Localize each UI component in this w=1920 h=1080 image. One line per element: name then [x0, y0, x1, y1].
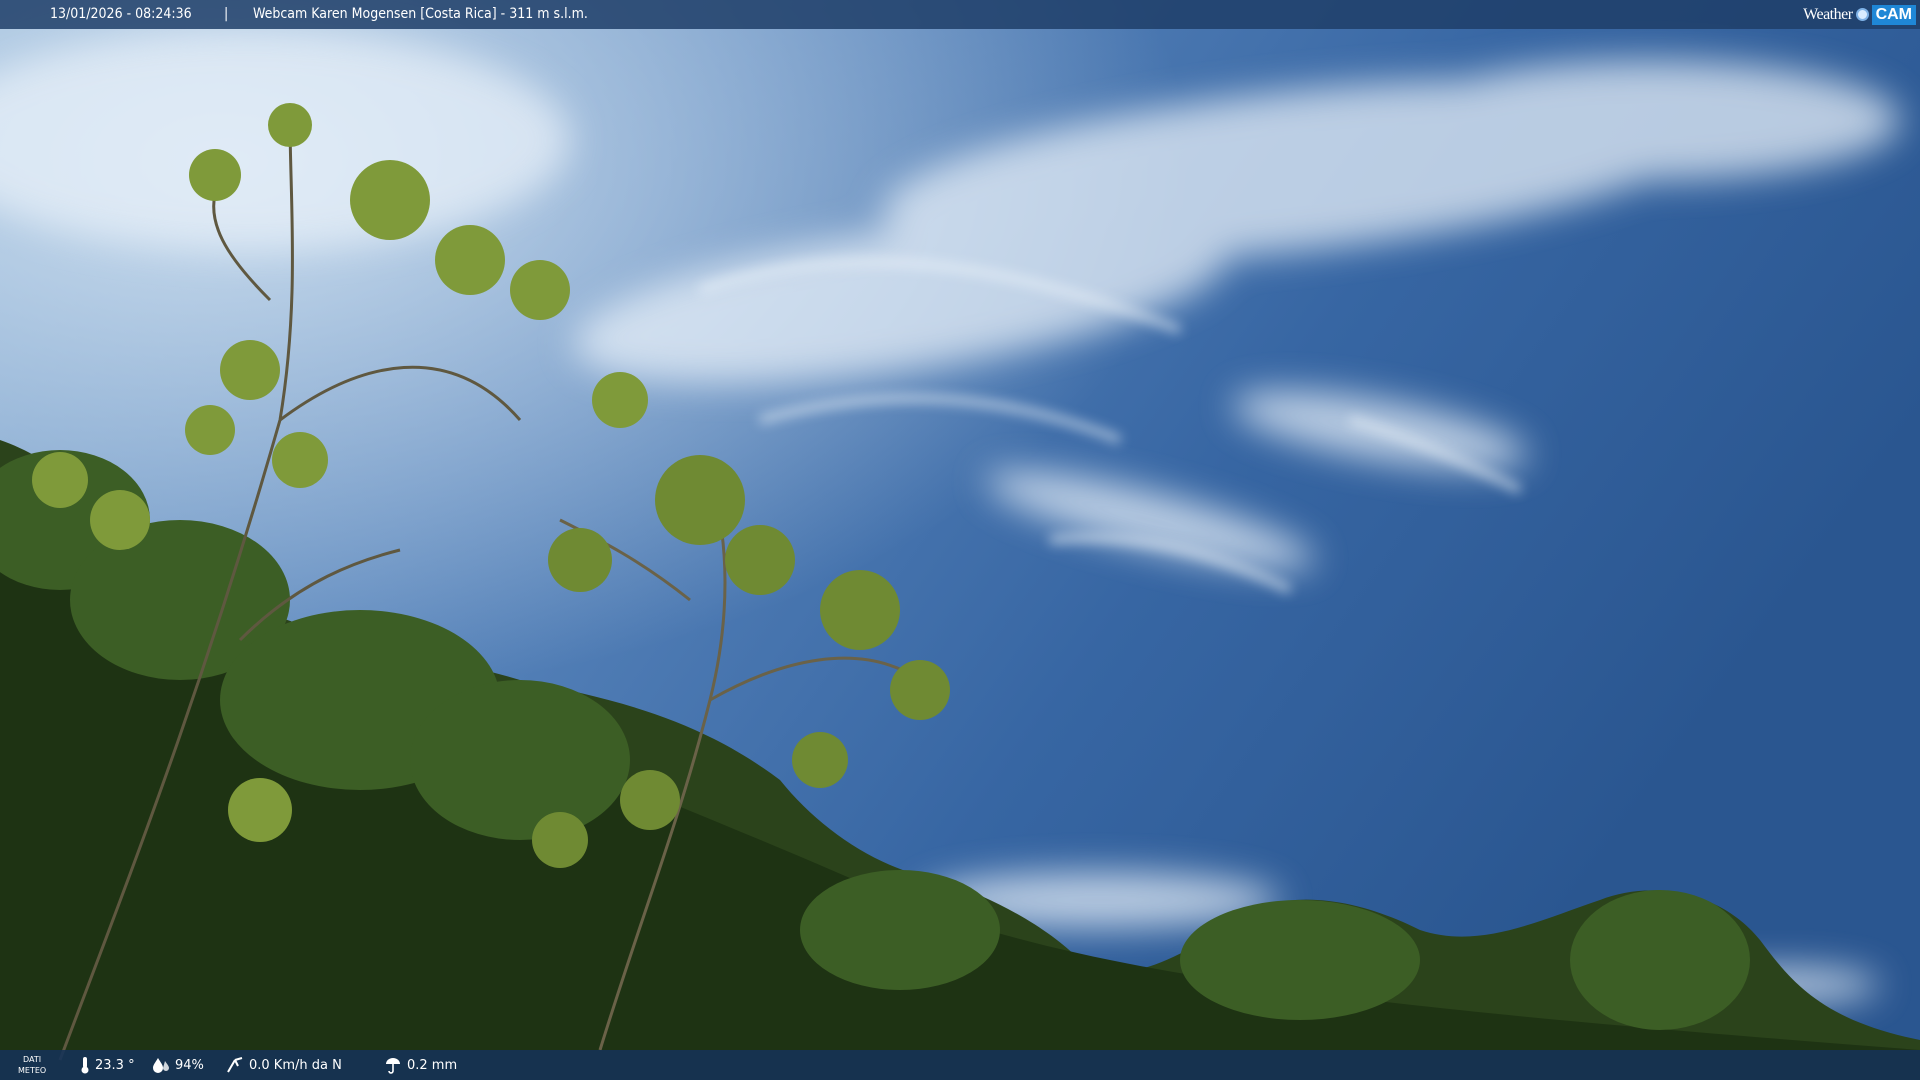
rain-reading: 0.2 mm	[384, 1050, 457, 1080]
weather-data-bar: DATI METEO 23.3 ° 94% 0.0 Km/h da N 0.2 …	[0, 1050, 1920, 1080]
wind-value: 0.0 Km/h da N	[249, 1057, 342, 1073]
logo-word-weather: Weather	[1803, 6, 1853, 23]
logo-word-cam: CAM	[1871, 4, 1916, 25]
rain-value: 0.2 mm	[407, 1057, 458, 1073]
weathercam-logo[interactable]: Weather CAM	[1803, 3, 1916, 26]
humidity-value: 94%	[175, 1057, 204, 1073]
dati-meteo-label: DATI METEO	[18, 1055, 47, 1075]
humidity-drop-icon	[153, 1058, 169, 1073]
webcam-title: Webcam Karen Mogensen [Costa Rica] - 311…	[253, 6, 588, 22]
thermometer-icon	[81, 1057, 89, 1074]
humidity-reading: 94%	[152, 1050, 204, 1080]
globe-icon	[1855, 8, 1869, 21]
temperature-reading: 23.3 °	[80, 1050, 135, 1080]
wind-icon	[227, 1057, 243, 1073]
rain-gauge-icon	[386, 1058, 400, 1074]
temperature-value: 23.3 °	[95, 1057, 135, 1073]
header-bar: 13/01/2026 - 08:24:36 | Webcam Karen Mog…	[0, 0, 1920, 29]
timestamp: 13/01/2026 - 08:24:36	[50, 6, 192, 22]
separator: |	[224, 6, 229, 22]
webcam-image	[0, 0, 1920, 1080]
wind-reading: 0.0 Km/h da N	[226, 1050, 342, 1080]
